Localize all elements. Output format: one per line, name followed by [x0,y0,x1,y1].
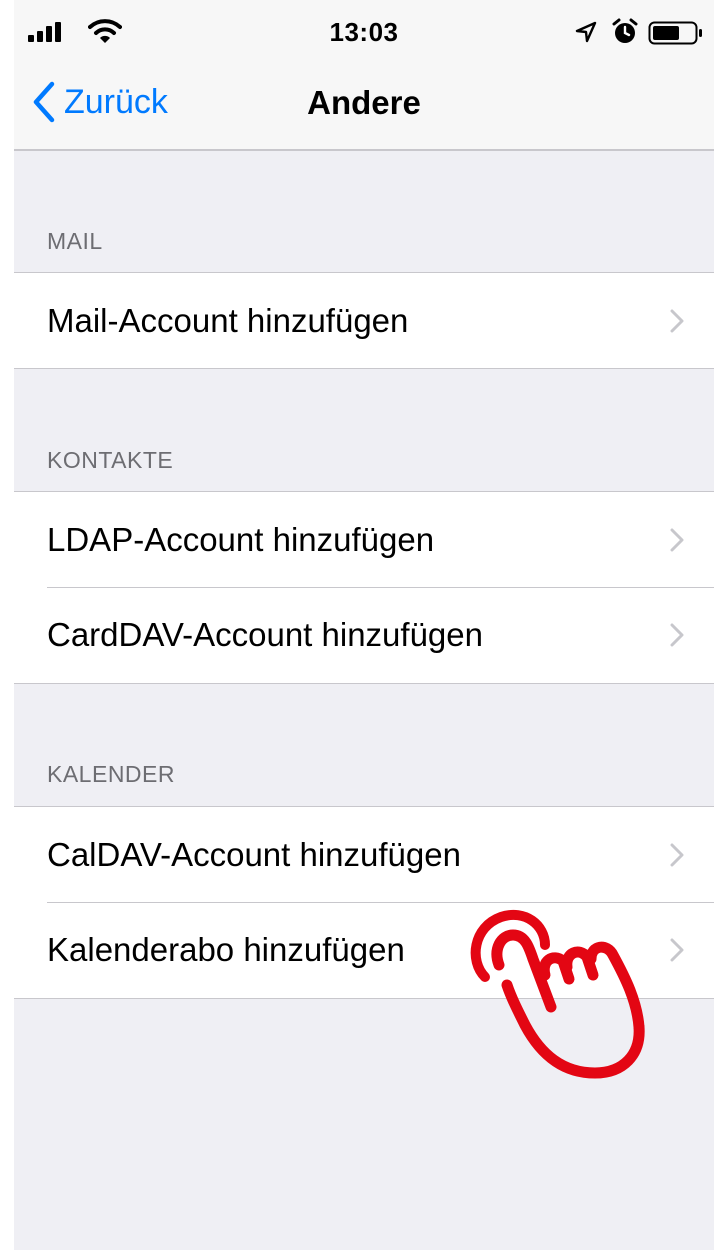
page-title: Andere [307,84,421,121]
cell-label: CardDAV-Account hinzufügen [47,615,483,653]
location-arrow-icon [575,21,597,43]
cell-label: CalDAV-Account hinzufügen [47,835,461,873]
chevron-right-icon [670,309,684,333]
add-ldap-account-row[interactable]: LDAP-Account hinzufügen [14,492,714,587]
section-header-mail: MAIL [47,228,103,254]
chevron-right-icon [670,528,684,552]
chevron-right-icon [670,843,684,867]
section-header-kalender: KALENDER [47,761,175,787]
cell-label: Mail-Account hinzufügen [47,301,409,339]
group-mail: Mail-Account hinzufügen [14,272,714,369]
status-bar: 13:03 [14,0,714,66]
section-header-kontakte: KONTAKTE [47,447,174,473]
add-mail-account-row[interactable]: Mail-Account hinzufügen [14,273,714,368]
cell-label: Kalenderabo hinzufügen [47,930,405,968]
group-kontakte: LDAP-Account hinzufügen CardDAV-Account … [14,491,714,684]
chevron-right-icon [670,938,684,962]
add-carddav-account-row[interactable]: CardDAV-Account hinzufügen [14,587,714,682]
cell-label: LDAP-Account hinzufügen [47,520,435,558]
add-caldav-account-row[interactable]: CalDAV-Account hinzufügen [14,807,714,902]
chevron-right-icon [670,623,684,647]
alarm-clock-icon [612,18,638,43]
battery-icon [648,21,702,45]
navigation-bar: Zurück Andere [14,66,714,151]
status-time: 13:03 [329,17,399,47]
top-bar: 13:03 Zurück Andere [14,0,714,151]
tap-hand-icon [470,910,645,1079]
